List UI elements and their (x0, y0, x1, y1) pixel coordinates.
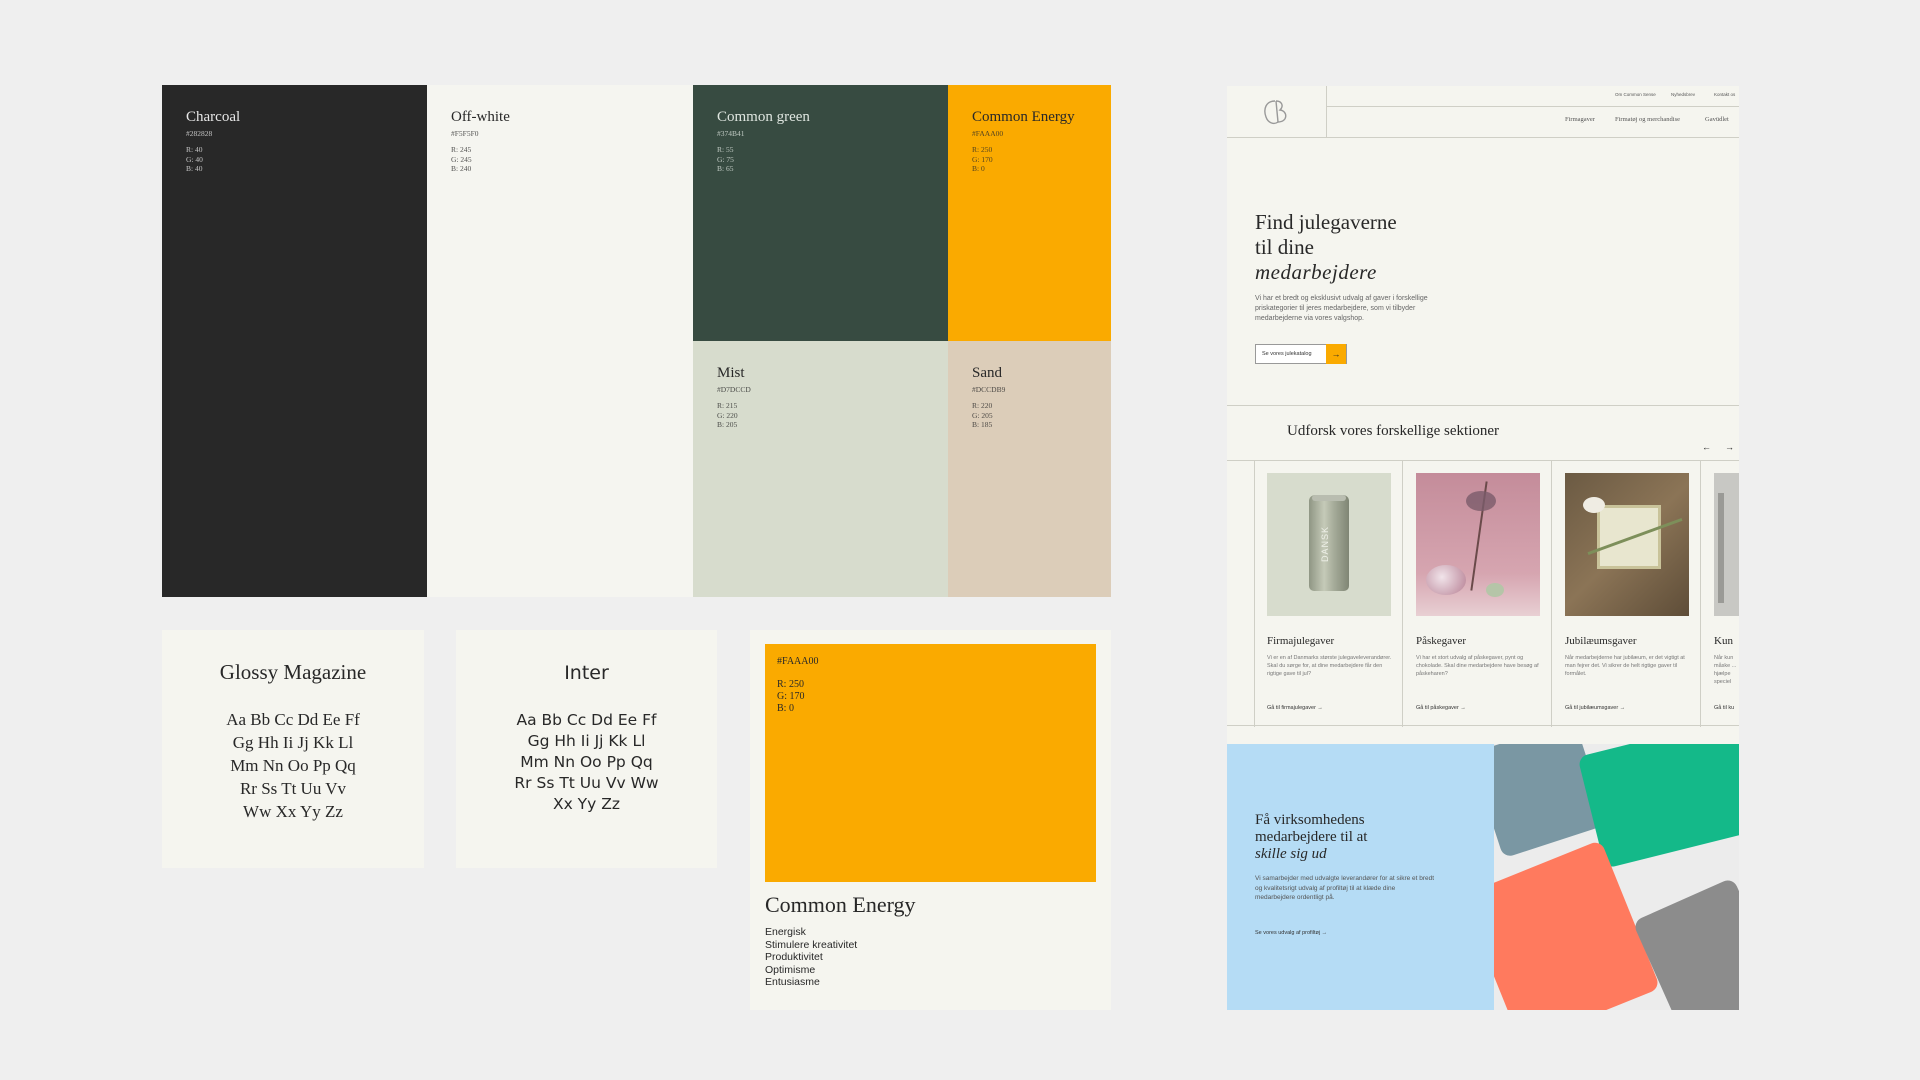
hero-body: Vi har et bredt og eksklusivt udvalg af … (1255, 295, 1428, 322)
card-title: Påskegaver (1416, 635, 1467, 647)
keyword: Stimulere kreativitet (765, 938, 858, 951)
promo-heading: Få virksomhedens medarbejdere til at ski… (1255, 812, 1368, 862)
swatch-mist: Mist #D7DCCD R: 215 G: 220 B: 205 (693, 341, 948, 597)
swatch-sand: Sand #DCCDB9 R: 220 G: 205 B: 185 (948, 341, 1111, 597)
swatch-common-green: Common green #374B41 R: 55 G: 75 B: 65 (693, 85, 948, 341)
energy-detail-card: #FAAA00 R: 250 G: 170 B: 0 Common Energy E… (750, 630, 1111, 1010)
egg-shape (1426, 565, 1466, 595)
swatch-rgb: R: 220 G: 205 B: 185 (972, 401, 993, 429)
swatch-rgb: R: 215 G: 220 B: 205 (717, 401, 738, 429)
nav-divider (1327, 106, 1739, 107)
swatch-hex: #DCCDB9 (972, 385, 1006, 394)
swatch-name: Off-white (451, 109, 510, 125)
typeface-title: Glossy Magazine (219, 660, 367, 684)
card-title: Jubilæumsgaver (1565, 635, 1637, 647)
card-image-easter (1416, 473, 1540, 616)
energy-color-block: #FAAA00 R: 250 G: 170 B: 0 (765, 644, 1096, 882)
nav-link-firmatoj[interactable]: Firmatøj og merchandise (1615, 116, 1680, 123)
card-link[interactable]: Gå til jubilæumsgaver → (1565, 705, 1625, 711)
energy-hex: #FAAA00 (777, 656, 819, 667)
card-image-partial (1714, 473, 1739, 616)
cards-left-gutter (1227, 461, 1255, 727)
card-description: Vi er en af Danmarks største julegavelev… (1267, 655, 1392, 677)
energy-rgb: R: 250 G: 170 B: 0 (777, 679, 805, 714)
type-card-inter: Inter Aa Bb Cc Dd Ee Ff Gg Hh Ii Jj Kk Ll… (456, 630, 717, 868)
keyword: Optimisme (765, 963, 816, 976)
swatch-common-energy: Common Energy #FAAA00 R: 250 G: 170 B: 0 (948, 85, 1111, 341)
hero-cta-label: Se vores julekatalog (1262, 351, 1312, 357)
section-card-firmajulegaver[interactable]: DANSK Firmajulegaver Vi er en af Danmark… (1255, 461, 1403, 727)
promo-image-polos (1494, 744, 1739, 1010)
website-mockup: Om Common Sense Nyhedsbrev Kontakt os Fi… (1227, 86, 1739, 1010)
type-card-glossy-magazine: Glossy Magazine Aa Bb Cc Dd Ee Ff Gg Hh I… (162, 630, 424, 868)
card-image-gift (1565, 473, 1689, 616)
card-link[interactable]: Gå til ku (1714, 705, 1734, 711)
alphabet-sample: Aa Bb Cc Dd Ee Ff Gg Hh Ii Jj Kk Ll Mm Nn … (514, 711, 659, 813)
nav-link-gavudlet[interactable]: Gavüdlet (1705, 116, 1729, 123)
carousel-prev-button[interactable]: ← (1702, 442, 1711, 452)
energy-keywords: Energisk Stimulere kreativitet Produktiv… (765, 926, 857, 989)
promo-link[interactable]: Se vores udvalg af profiltøj → (1255, 930, 1327, 936)
logo-box[interactable] (1227, 86, 1327, 138)
card-description: Når medarbejderne har jubilæum, er det v… (1565, 655, 1685, 677)
section-card-paskegaver[interactable]: Påskegaver Vi har et stort udvalg af pås… (1404, 461, 1552, 727)
card-title: Firmajulegaver (1267, 635, 1335, 647)
logo-icon (1264, 100, 1287, 125)
carousel-next-button[interactable]: → (1725, 442, 1734, 452)
egg-shape (1486, 583, 1504, 597)
swatch-hex: #FAAA00 (972, 129, 1004, 138)
swatch-hex: #374B41 (717, 129, 745, 138)
leaf-shape (1466, 491, 1496, 511)
keyword: Entusiasme (765, 976, 820, 989)
typeface-title: Inter (564, 662, 609, 684)
nav-link-om-common-sense[interactable]: Om Common Sense (1615, 92, 1656, 97)
swatch-name: Sand (972, 365, 1002, 381)
swatch-name: Mist (717, 365, 745, 381)
nav-link-nyhedsbrev[interactable]: Nyhedsbrev (1671, 92, 1695, 97)
section-card-partial[interactable]: Kun Når kun måske ... hjælpe speciel Gå … (1702, 461, 1739, 727)
can-shape: DANSK (1309, 495, 1349, 591)
promo-body: Vi samarbejder med udvalgte leverandører… (1255, 875, 1435, 901)
energy-title: Common Energy (765, 892, 916, 917)
nav-link-firmagaver[interactable]: Firmagaver (1565, 116, 1595, 123)
section-divider (1227, 405, 1739, 406)
swatch-rgb: R: 40 G: 40 B: 40 (186, 145, 203, 173)
card-description: Vi har et stort udvalg af påskegaver, py… (1416, 655, 1539, 677)
swatch-charcoal: Charcoal #282828 R: 40 G: 40 B: 40 (162, 85, 427, 597)
card-title: Kun (1714, 635, 1733, 647)
can-label: DANSK (1320, 525, 1331, 563)
swatch-offwhite: Off-white #F5F5F0 R: 245 G: 245 B: 240 (427, 85, 693, 597)
swatch-name: Common green (717, 109, 810, 125)
swatch-name: Common Energy (972, 109, 1075, 125)
arrow-right-icon: → (1326, 344, 1346, 364)
swatch-hex: #D7DCCD (717, 385, 751, 394)
keyword: Produktivitet (765, 951, 823, 964)
swatch-hex: #282828 (186, 129, 213, 138)
section-card-jubilaeumsgaver[interactable]: Jubilæumsgaver Når medarbejderne har jub… (1553, 461, 1701, 727)
section-cards-row: DANSK Firmajulegaver Vi er en af Danmark… (1227, 460, 1739, 727)
alphabet-sample: Aa Bb Cc Dd Ee Ff Gg Hh Ii Jj Kk Ll Mm Nn … (226, 710, 360, 821)
promo-panel: Få virksomhedens medarbejdere til at ski… (1227, 744, 1494, 1010)
keyword: Energisk (765, 926, 806, 938)
swatch-rgb: R: 55 G: 75 B: 65 (717, 145, 734, 173)
hero-heading: Find julegaverne til dine medarbejdere (1255, 210, 1397, 284)
card-link[interactable]: Gå til påskegaver → (1416, 705, 1466, 711)
card-description: Når kun måske ... hjælpe speciel (1714, 655, 1737, 685)
sections-heading: Udforsk vores forskellige sektioner (1287, 423, 1500, 439)
swatch-rgb: R: 250 G: 170 B: 0 (972, 145, 993, 173)
swatch-name: Charcoal (186, 109, 241, 125)
pearl-cluster (1583, 497, 1605, 513)
hero-cta-button[interactable]: Se vores julekatalog → (1255, 344, 1347, 364)
swatch-rgb: R: 245 G: 245 B: 240 (451, 145, 472, 173)
card-image-can: DANSK (1267, 473, 1391, 616)
site-header: Om Common Sense Nyhedsbrev Kontakt os Fi… (1227, 86, 1739, 138)
swatch-hex: #F5F5F0 (451, 129, 479, 138)
nav-link-kontakt[interactable]: Kontakt os (1714, 92, 1735, 97)
card-link[interactable]: Gå til firmajulegaver → (1267, 705, 1323, 711)
